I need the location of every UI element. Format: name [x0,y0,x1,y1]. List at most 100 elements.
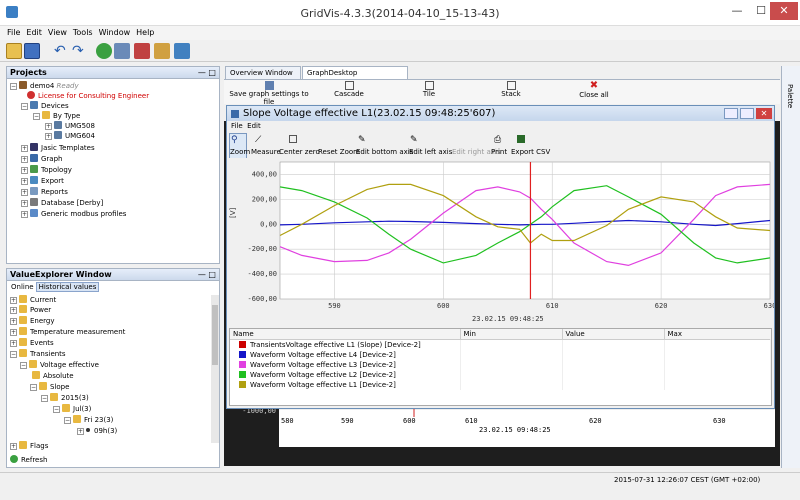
tool-center-zero[interactable]: Center zero [279,148,320,156]
tree-fri[interactable]: − Fri 23(3) [64,415,113,425]
tree-slope[interactable]: − Slope [30,382,69,392]
bg-x-tick: 580 [281,417,294,425]
series-name: Waveform Voltage effective L1 [Device-2] [250,381,396,389]
tile-button[interactable]: Tile [404,81,454,98]
tree-umg604[interactable]: + UMG604 [45,131,95,141]
panel-minimize-icon[interactable]: — □ [198,269,216,281]
tool-export-csv[interactable]: Export CSV [511,148,550,156]
tree-events[interactable]: + Events [10,338,54,348]
tree-current[interactable]: + Current [10,295,56,305]
palette-label[interactable]: Palette [786,84,794,108]
minimize-button[interactable]: — [724,2,750,20]
record-icon[interactable] [134,43,150,59]
panel-minimize-icon[interactable]: — □ [198,67,216,79]
save-graph-button[interactable]: Save graph settings to file [224,81,314,106]
tool-reset-zoom[interactable]: Reset Zoom [318,148,360,156]
document-tabs: Overview Window ✕ GraphDesktop Window[de… [224,66,780,89]
col-min[interactable]: Min [460,329,563,340]
close-button[interactable]: ✕ [770,2,798,20]
tree-graph[interactable]: + Graph [21,154,62,164]
series-row[interactable]: Waveform Voltage effective L1 [Device-2] [230,380,771,390]
tools-icon[interactable] [154,43,170,59]
chart-window-titlebar[interactable]: Slope Voltage effective L1(23.02.15 09:4… [227,106,774,121]
tree-09h[interactable]: +09h(3) [77,426,117,436]
save-icon[interactable] [24,43,40,59]
series-row[interactable]: Waveform Voltage effective L3 [Device-2] [230,360,771,370]
menu-file[interactable]: File [4,26,23,40]
print-icon: ⎙ [494,135,502,145]
x-tick-label: 600 [437,302,450,310]
menu-tools[interactable]: Tools [70,26,96,40]
series-table: Name Min Value Max TransientsVoltage eff… [229,328,772,406]
tab-overview[interactable]: Overview Window ✕ [225,66,301,89]
series-row[interactable]: Waveform Voltage effective L4 [Device-2] [230,350,771,360]
undo-icon[interactable]: ↶ [54,43,70,59]
tool-edit-left[interactable]: Edit left axis [409,148,452,156]
inner-menu-edit[interactable]: Edit [247,122,261,130]
series-color-swatch [239,371,246,378]
col-value[interactable]: Value [562,329,665,340]
series-value-cell [664,350,771,360]
tree-absolute[interactable]: Absolute [32,371,74,381]
tab-graph-desktop[interactable]: GraphDesktop Window[demo4] ✕ [302,66,408,89]
tree-jasic[interactable]: + Jasic Templates [21,143,95,153]
series-value-cell [664,370,771,380]
menu-edit[interactable]: Edit [23,26,45,40]
tree-2015[interactable]: −2015(3) [41,393,89,403]
series-row[interactable]: TransientsVoltage effective L1 (Slope) [… [230,339,771,350]
tree-by-type[interactable]: − By Type [33,111,80,121]
series-value-cell [562,380,665,390]
tree-reports[interactable]: + Reports [21,187,68,197]
series-value-cell [562,350,665,360]
refresh-button[interactable]: Refresh [10,455,47,465]
value-tree-scrollbar[interactable] [211,295,219,443]
tool-edit-bottom[interactable]: Edit bottom axis [356,148,413,156]
tree-modbus[interactable]: + Generic modbus profiles [21,209,126,219]
user-icon[interactable] [174,43,190,59]
inner-maximize-button[interactable] [740,108,754,119]
tree-umg508[interactable]: + UMG508 [45,121,95,131]
menu-view[interactable]: View [45,26,70,40]
col-max[interactable]: Max [664,329,771,340]
window-title: GridVis-4.3.3(2014-04-10_15-13-43) [300,7,500,20]
tree-export[interactable]: + Export [21,176,64,186]
y-tick-label: -200,00 [247,245,277,253]
series-row[interactable]: Waveform Voltage effective L2 [Device-2] [230,370,771,380]
x-tick-label: 630 [764,302,774,310]
col-name[interactable]: Name [230,329,461,340]
tree-power[interactable]: + Power [10,305,51,315]
tree-devices[interactable]: − Devices [21,101,69,111]
tree-root-demo4[interactable]: − demo4 Ready [10,81,79,91]
cascade-button[interactable]: Cascade [324,81,374,98]
stack-button[interactable]: Stack [486,81,536,98]
tree-energy[interactable]: + Energy [10,316,55,326]
tool-measure[interactable]: Measure [251,148,281,156]
inner-close-button[interactable]: ✕ [756,108,772,119]
tree-jul[interactable]: − Jul(3) [53,404,91,414]
tree-topology[interactable]: + Topology [21,165,72,175]
tree-voltage-effective[interactable]: − Voltage effective [20,360,99,370]
inner-menu-file[interactable]: File [231,122,243,130]
palette-strip[interactable]: Palette [781,66,800,468]
inner-minimize-button[interactable] [724,108,738,119]
series-value-cell [460,370,563,380]
voltage-chart[interactable]: 400,00 200,00 0,00 -200,00 -400,00 -600,00 590… [227,158,774,323]
tree-license[interactable]: License for Consulting Engineer [27,91,149,101]
tab-online[interactable]: Online [9,283,36,291]
menu-window[interactable]: Window [96,26,134,40]
menu-help[interactable]: Help [133,26,157,40]
tab-historical[interactable]: Historical values [35,282,100,292]
tool-zoom[interactable]: Zoom [230,148,250,156]
tree-temperature[interactable]: + Temperature measurement [10,327,125,337]
close-all-button[interactable]: ✖ Close all [569,81,619,100]
tool-print[interactable]: Print [491,148,507,156]
devices-icon[interactable] [114,43,130,59]
series-color-swatch [239,351,246,358]
tree-flags[interactable]: + Flags [10,441,48,451]
redo-icon[interactable]: ↷ [72,43,88,59]
sync-icon[interactable] [96,43,112,59]
tree-transients[interactable]: − Transients [10,349,66,359]
edit-bottom-icon: ✎ [358,135,366,145]
tree-database[interactable]: + Database [Derby] [21,198,103,208]
new-project-icon[interactable] [6,43,22,59]
